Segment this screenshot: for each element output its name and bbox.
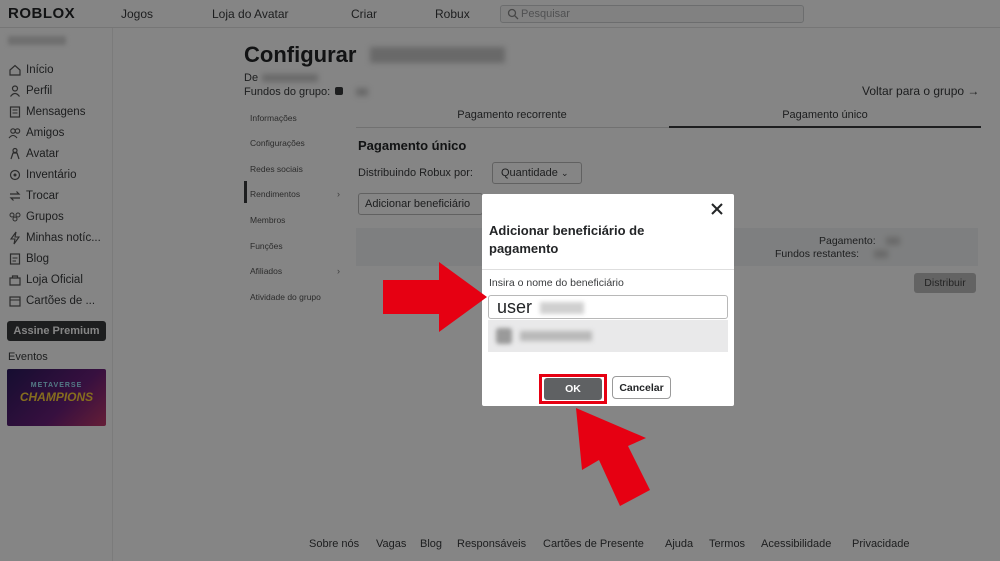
suggested-username-redacted (520, 331, 592, 341)
avatar (496, 328, 512, 344)
user-suggestion-item[interactable] (488, 320, 728, 352)
input-text-redacted (540, 302, 584, 314)
modal-divider (482, 269, 734, 270)
cancel-button[interactable]: Cancelar (612, 376, 671, 399)
close-icon[interactable] (710, 202, 724, 216)
ok-button-highlight (539, 374, 607, 404)
add-recipient-modal: Adicionar beneficiário de pagamento Insi… (482, 194, 734, 406)
modal-title: Adicionar beneficiário de pagamento (489, 223, 645, 256)
recipient-field-label: Insira o nome do beneficiário (489, 277, 624, 289)
arrow-right-icon (383, 262, 487, 332)
arrow-up-icon (576, 408, 650, 506)
recipient-name-input[interactable] (488, 295, 728, 319)
